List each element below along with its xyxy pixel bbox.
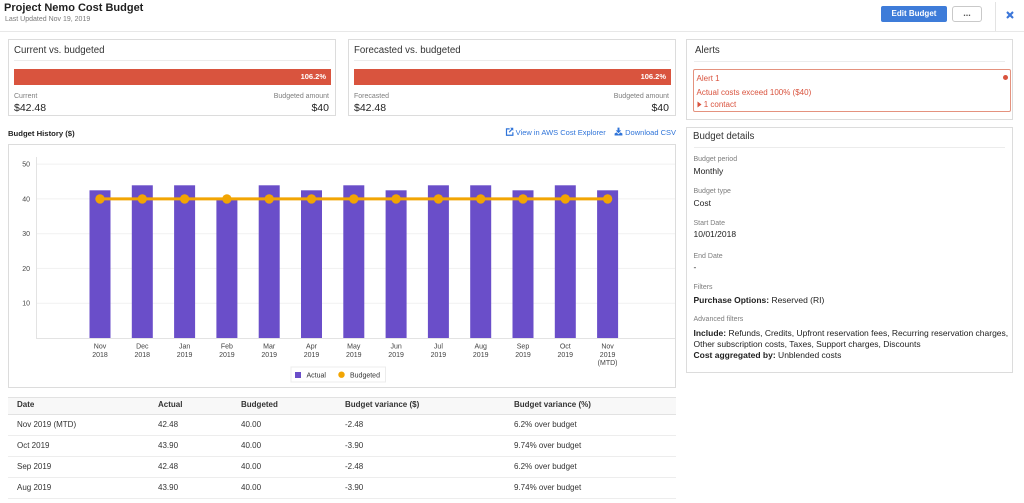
- svg-text:Jul: Jul: [434, 344, 443, 351]
- svg-text:10: 10: [22, 301, 30, 308]
- svg-text:2019: 2019: [558, 352, 574, 359]
- svg-text:2019: 2019: [515, 352, 531, 359]
- svg-text:Oct: Oct: [560, 344, 571, 351]
- svg-text:50: 50: [22, 162, 30, 169]
- svg-text:Mar: Mar: [263, 344, 276, 351]
- svg-text:Jan: Jan: [179, 344, 190, 351]
- svg-text:2019: 2019: [600, 352, 616, 359]
- svg-text:2019: 2019: [346, 352, 362, 359]
- svg-text:2019: 2019: [261, 352, 277, 359]
- svg-text:2019: 2019: [219, 352, 235, 359]
- svg-text:Sep: Sep: [517, 344, 530, 351]
- svg-text:Nov: Nov: [601, 344, 614, 351]
- svg-text:2019: 2019: [431, 352, 447, 359]
- svg-text:2019: 2019: [304, 352, 320, 359]
- svg-text:May: May: [347, 344, 361, 351]
- svg-text:40: 40: [22, 196, 30, 203]
- svg-text:2019: 2019: [177, 352, 193, 359]
- svg-text:30: 30: [22, 231, 30, 238]
- svg-text:2019: 2019: [388, 352, 404, 359]
- svg-text:2018: 2018: [135, 352, 151, 359]
- svg-text:Budgeted: Budgeted: [350, 373, 380, 380]
- svg-text:Jun: Jun: [390, 344, 401, 351]
- svg-text:Feb: Feb: [221, 344, 233, 351]
- svg-text:Aug: Aug: [474, 344, 487, 351]
- svg-text:Actual: Actual: [307, 373, 327, 380]
- svg-text:2019: 2019: [473, 352, 489, 359]
- svg-text:Nov: Nov: [94, 344, 107, 351]
- svg-text:Dec: Dec: [136, 344, 149, 351]
- svg-text:20: 20: [22, 266, 30, 273]
- svg-text:2018: 2018: [92, 352, 108, 359]
- svg-text:Apr: Apr: [306, 344, 318, 351]
- svg-text:(MTD): (MTD): [598, 360, 618, 367]
